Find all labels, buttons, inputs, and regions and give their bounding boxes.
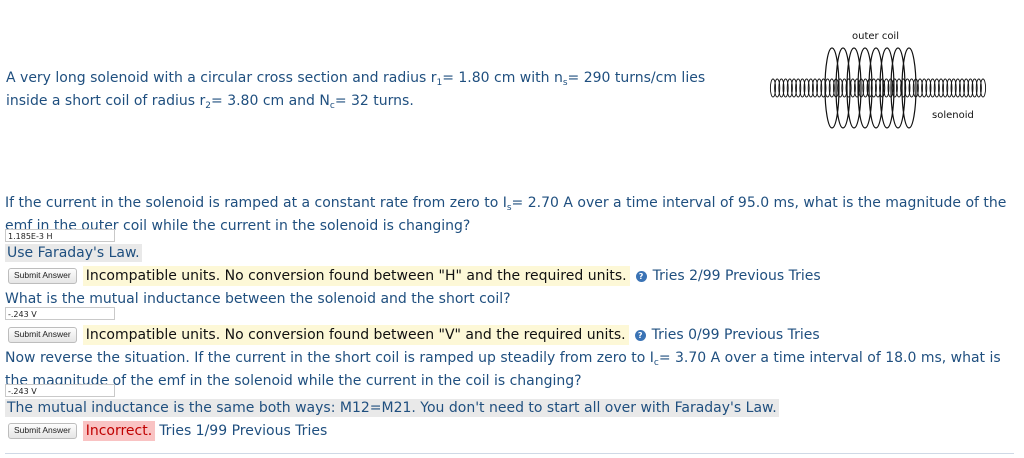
help-circle-icon[interactable]: ? bbox=[634, 329, 646, 341]
feedback-2: Incompatible units. No conversion found … bbox=[82, 325, 629, 345]
tries-1[interactable]: Tries 2/99 Previous Tries bbox=[653, 268, 821, 284]
problem-intro: A very long solenoid with a circular cro… bbox=[6, 69, 706, 115]
submit-answer-button-3[interactable]: Submit Answer bbox=[8, 423, 77, 439]
question-3-text: Now reverse the situation. If the curren… bbox=[5, 349, 1023, 390]
tries-2[interactable]: Tries 0/99 Previous Tries bbox=[652, 327, 820, 343]
outer-coil-turn bbox=[857, 47, 873, 129]
intro-text-1: A very long solenoid with a circular cro… bbox=[6, 70, 437, 86]
intro-text-2: = 1.80 cm with n bbox=[442, 70, 563, 86]
intro-text-4: = 3.80 cm and N bbox=[211, 93, 330, 109]
feedback-3: Incorrect. bbox=[82, 421, 156, 441]
question-2-text: What is the mutual inductance between th… bbox=[5, 291, 511, 307]
bottom-divider bbox=[5, 453, 1014, 454]
answer-input-2[interactable]: -.243 V bbox=[5, 307, 115, 320]
q3-text-1: Now reverse the situation. If the curren… bbox=[5, 350, 654, 366]
answer-row-3: Submit Answer Incorrect. Tries 1/99 Prev… bbox=[5, 421, 327, 441]
solenoid-label: solenoid bbox=[932, 110, 974, 121]
hint-3: The mutual inductance is the same both w… bbox=[5, 399, 779, 417]
answer-input-1[interactable]: 1.185E-3 H bbox=[5, 229, 115, 242]
answer-input-3[interactable]: -.243 V bbox=[5, 384, 115, 397]
question-1-text: If the current in the solenoid is ramped… bbox=[5, 194, 1015, 235]
tries-3[interactable]: Tries 1/99 Previous Tries bbox=[159, 423, 327, 439]
outer-coil-label: outer coil bbox=[852, 31, 899, 42]
hint-1: Use Faraday's Law. bbox=[5, 244, 142, 262]
outer-coil-turn bbox=[824, 47, 840, 129]
q1-text-1: If the current in the solenoid is ramped… bbox=[5, 195, 507, 211]
intro-text-5: = 32 turns. bbox=[334, 93, 414, 109]
coil-diagram: outer coil solenoid bbox=[769, 31, 987, 129]
submit-answer-button-1[interactable]: Submit Answer bbox=[8, 268, 77, 284]
help-circle-icon[interactable]: ? bbox=[635, 270, 647, 282]
solenoid-coil-figure: outer coil solenoid bbox=[768, 25, 1018, 140]
feedback-1: Incompatible units. No conversion found … bbox=[82, 266, 630, 286]
submit-answer-button-2[interactable]: Submit Answer bbox=[8, 327, 77, 343]
answer-row-2: Submit Answer Incompatible units. No con… bbox=[5, 325, 820, 345]
answer-row-1: Submit Answer Incompatible units. No con… bbox=[5, 266, 821, 286]
